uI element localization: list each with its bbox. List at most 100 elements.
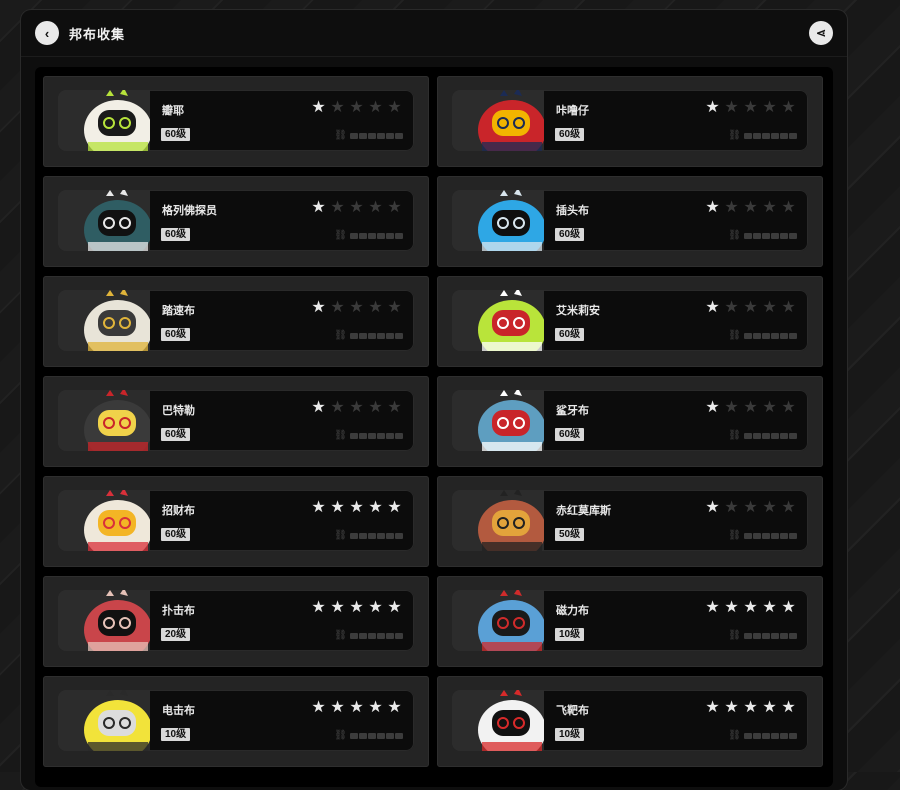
star-icon: ★ [368, 399, 383, 416]
progress-segment [377, 232, 385, 239]
progress-segment [780, 432, 788, 439]
upgrade-progress: ⛓ [728, 530, 797, 541]
header-left: ‹ 邦布收集 [35, 21, 125, 45]
bangboo-portrait [58, 190, 150, 251]
star-icon: ★ [724, 99, 739, 116]
link-icon: ⛓ [728, 430, 741, 441]
progress-segment [789, 432, 797, 439]
progress-segment [780, 732, 788, 739]
page-title: 邦布收集 [69, 26, 126, 42]
progress-track [744, 232, 797, 239]
upgrade-progress: ⛓ [334, 530, 403, 541]
progress-track [350, 632, 403, 639]
bangboo-card[interactable]: 插头布 60级 ★ ★ ★ ★ ★ ⛓ [437, 176, 823, 267]
bangboo-card[interactable]: 巴特勒 60级 ★ ★ ★ ★ ★ ⛓ [43, 376, 429, 467]
star-icon: ★ [330, 399, 345, 416]
progress-segment [762, 632, 770, 639]
star-icon: ★ [387, 499, 402, 516]
progress-segment [789, 332, 797, 339]
star-icon: ★ [705, 299, 720, 316]
progress-segment [386, 332, 394, 339]
star-icon: ★ [387, 99, 402, 116]
bangboo-card[interactable]: 咔噜仔 60级 ★ ★ ★ ★ ★ ⛓ [437, 76, 823, 167]
bangboo-card[interactable]: 扑击布 20级 ★ ★ ★ ★ ★ ⛓ [43, 576, 429, 667]
progress-segment [762, 532, 770, 539]
star-icon: ★ [762, 499, 777, 516]
rank-stars: ★ ★ ★ ★ ★ [704, 99, 797, 117]
bangboo-portrait [452, 690, 544, 751]
progress-segment [789, 632, 797, 639]
progress-segment [350, 332, 358, 339]
level-badge: 60级 [555, 428, 585, 441]
progress-segment [771, 432, 779, 439]
share-icon[interactable]: ⋖ [809, 21, 833, 45]
star-icon: ★ [743, 99, 758, 116]
collection-panel: 瓣耶 60级 ★ ★ ★ ★ ★ ⛓ 咔噜仔 60级 ★ ★ ★ ★ ★ ⛓ 格列佛探员 60级 ★ ★ ★ ★ ★ ⛓ 插头布… [35, 67, 833, 787]
progress-segment [753, 732, 761, 739]
level-badge: 60级 [555, 328, 585, 341]
progress-segment [359, 732, 367, 739]
link-icon: ⛓ [728, 230, 741, 241]
bangboo-name: 巴特勒 [162, 405, 195, 417]
bangboo-card[interactable]: 电击布 10级 ★ ★ ★ ★ ★ ⛓ [43, 676, 429, 767]
progress-track [350, 132, 403, 139]
level-badge: 50级 [555, 528, 585, 541]
bangboo-card[interactable]: 磁力布 10级 ★ ★ ★ ★ ★ ⛓ [437, 576, 823, 667]
bangboo-card[interactable]: 鲨牙布 60级 ★ ★ ★ ★ ★ ⛓ [437, 376, 823, 467]
progress-segment [762, 432, 770, 439]
star-icon: ★ [724, 399, 739, 416]
bangboo-card[interactable]: 招财布 60级 ★ ★ ★ ★ ★ ⛓ [43, 476, 429, 567]
star-icon: ★ [743, 699, 758, 716]
star-icon: ★ [349, 299, 364, 316]
bangboo-card-inner: 磁力布 10级 ★ ★ ★ ★ ★ ⛓ [452, 590, 808, 651]
upgrade-progress: ⛓ [334, 230, 403, 241]
upgrade-progress: ⛓ [728, 130, 797, 141]
progress-segment [395, 332, 403, 339]
progress-track [744, 332, 797, 339]
progress-segment [368, 732, 376, 739]
progress-segment [359, 532, 367, 539]
bangboo-card[interactable]: 艾米莉安 60级 ★ ★ ★ ★ ★ ⛓ [437, 276, 823, 367]
bangboo-portrait [58, 90, 150, 151]
bangboo-name: 扑击布 [162, 605, 195, 617]
bangboo-card[interactable]: 飞靶布 10级 ★ ★ ★ ★ ★ ⛓ [437, 676, 823, 767]
star-icon: ★ [349, 199, 364, 216]
progress-segment [744, 432, 752, 439]
level-badge: 60级 [161, 328, 191, 341]
star-icon: ★ [762, 699, 777, 716]
bangboo-card[interactable]: 瓣耶 60级 ★ ★ ★ ★ ★ ⛓ [43, 76, 429, 167]
star-icon: ★ [330, 499, 345, 516]
upgrade-progress: ⛓ [728, 430, 797, 441]
bangboo-card[interactable]: 赤红莫库斯 50级 ★ ★ ★ ★ ★ ⛓ [437, 476, 823, 567]
progress-segment [771, 732, 779, 739]
rank-stars: ★ ★ ★ ★ ★ [704, 599, 797, 617]
star-icon: ★ [705, 599, 720, 616]
chevron-left-icon[interactable]: ‹ [35, 21, 59, 45]
bangboo-card-inner: 插头布 60级 ★ ★ ★ ★ ★ ⛓ [452, 190, 808, 251]
progress-segment [753, 332, 761, 339]
progress-segment [395, 232, 403, 239]
progress-segment [789, 132, 797, 139]
progress-segment [377, 332, 385, 339]
progress-segment [377, 732, 385, 739]
progress-track [350, 732, 403, 739]
bangboo-portrait [58, 690, 150, 751]
progress-segment [350, 232, 358, 239]
star-icon: ★ [368, 199, 383, 216]
star-icon: ★ [311, 599, 326, 616]
progress-segment [368, 332, 376, 339]
bangboo-card-inner: 赤红莫库斯 50级 ★ ★ ★ ★ ★ ⛓ [452, 490, 808, 551]
progress-segment [395, 532, 403, 539]
bangboo-name: 插头布 [556, 205, 589, 217]
bangboo-card[interactable]: 踏速布 60级 ★ ★ ★ ★ ★ ⛓ [43, 276, 429, 367]
star-icon: ★ [762, 299, 777, 316]
bangboo-portrait [452, 290, 544, 351]
bangboo-name: 招财布 [162, 505, 195, 517]
progress-segment [359, 632, 367, 639]
link-icon: ⛓ [728, 530, 741, 541]
bangboo-card[interactable]: 格列佛探员 60级 ★ ★ ★ ★ ★ ⛓ [43, 176, 429, 267]
upgrade-progress: ⛓ [728, 730, 797, 741]
progress-segment [780, 632, 788, 639]
level-badge: 60级 [555, 128, 585, 141]
rank-stars: ★ ★ ★ ★ ★ [310, 99, 403, 117]
